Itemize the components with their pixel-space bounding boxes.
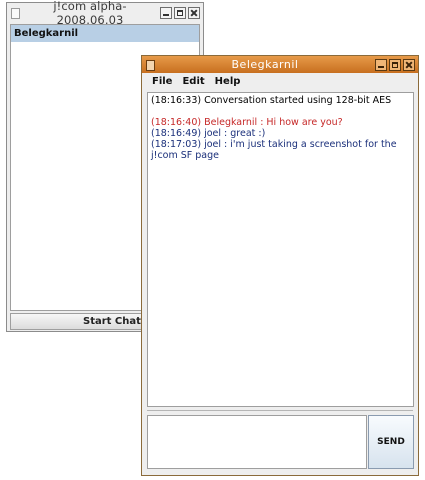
send-button[interactable]: SEND [368,415,414,469]
message-input[interactable] [147,415,367,469]
java-app-icon [10,7,20,19]
contact-window-titlebar[interactable]: j!com alpha-2008.06.03 [7,0,203,27]
chat-window-title: Belegkarnil [231,58,299,71]
contact-item-belegkarnil[interactable]: Belegkarnil [11,25,199,42]
chat-window-titlebar[interactable]: Belegkarnil [142,56,418,73]
menubar: File Edit Help [142,73,418,90]
java-app-icon [145,59,155,71]
close-icon[interactable] [188,6,200,19]
split-divider[interactable] [147,410,413,413]
minimize-icon[interactable] [160,6,172,19]
chat-message: (18:17:03) joel : i'm just taking a scre… [151,139,397,161]
menu-edit[interactable]: Edit [177,76,209,87]
minimize-icon[interactable] [375,58,387,71]
menu-help[interactable]: Help [210,76,246,87]
close-icon[interactable] [403,58,415,71]
chat-window: Belegkarnil File Edit Help (18:16:33) Co… [141,55,419,476]
chat-log[interactable]: (18:16:33) Conversation started using 12… [147,92,414,407]
chat-message: (18:16:40) Belegkarnil : Hi how are you? [151,117,343,128]
contact-window-title: j!com alpha-2008.06.03 [53,0,127,27]
chat-message: (18:16:33) Conversation started using 12… [151,95,392,106]
maximize-icon[interactable] [174,6,186,19]
menu-file[interactable]: File [147,76,177,87]
maximize-icon[interactable] [389,58,401,71]
chat-message: (18:16:49) joel : great :) [151,128,266,139]
